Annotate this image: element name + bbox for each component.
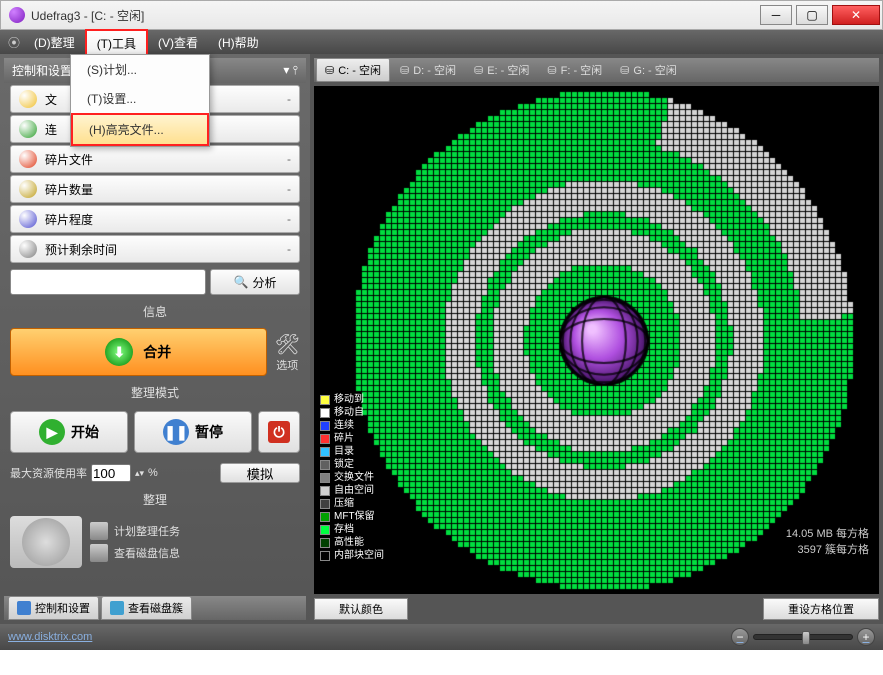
legend-item: 压缩 [320,497,384,510]
stat-value: - [287,92,291,106]
drive-tabs: ⛁C: - 空闲⛁D: - 空闲⛁E: - 空闲⛁F: - 空闲⛁G: - 空闲 [314,58,879,82]
defrag-label: 整理 [4,487,306,512]
reset-grid-button[interactable]: 重设方格位置 [763,598,879,620]
legend: 移动到移动自连续碎片目录锁定交换文件自由空间压缩MFT保留存档高性能内部块空间 [320,393,384,562]
title-bar: Udefrag3 - [C: - 空闲] ─ ▢ ✕ [0,0,883,30]
legend-item: 碎片 [320,432,384,445]
dropdown-schedule[interactable]: (S)计划... [71,55,209,84]
close-button[interactable]: ✕ [832,5,880,25]
legend-item: 存档 [320,523,384,536]
drive-tab[interactable]: ⛁E: - 空闲 [466,59,537,81]
schedule-task-link[interactable]: 计划整理任务 [90,522,300,540]
disk-map[interactable]: 移动到移动自连续碎片目录锁定交换文件自由空间压缩MFT保留存档高性能内部块空间 … [314,86,879,594]
stat-icon [19,120,37,138]
menu-tools[interactable]: (T)工具 [85,29,148,56]
stat-icon [19,180,37,198]
maximize-button[interactable]: ▢ [796,5,828,25]
legend-item: 连续 [320,419,384,432]
zoom-slider[interactable] [753,634,853,640]
window-title: Udefrag3 - [C: - 空闲] [31,7,758,24]
legend-item: 交换文件 [320,471,384,484]
disk-icon [90,544,108,562]
zoom-out-button[interactable]: − [731,628,749,646]
drive-icon: ⛁ [620,64,629,77]
tools-icon: 🛠 [275,332,300,357]
drive-icon: ⛁ [474,64,483,77]
stat-icon [19,210,37,228]
stat-label: 碎片数量 [45,181,287,198]
stat-label: 碎片文件 [45,151,287,168]
legend-item: 移动到 [320,393,384,406]
dropdown-highlight-files[interactable]: (H)高亮文件... [71,113,209,146]
stat-row[interactable]: 碎片程度 - [10,205,300,233]
analyze-button[interactable]: 🔍 分析 [210,269,300,295]
resource-label: 最大资源使用率 [10,465,87,481]
defrag-mode-label: 整理模式 [4,380,306,405]
zoom-in-button[interactable]: + [857,628,875,646]
stat-row[interactable]: 碎片数量 - [10,175,300,203]
stat-label: 预计剩余时间 [45,241,287,258]
info-label: 信息 [4,299,306,324]
legend-item: 锁定 [320,458,384,471]
drive-tab[interactable]: ⛁D: - 空闲 [392,59,464,81]
stat-label: 碎片程度 [45,211,287,228]
legend-item: 自由空间 [320,484,384,497]
tab-control[interactable]: 控制和设置 [8,596,99,620]
gear-icon [10,516,82,568]
database-down-icon: ⬇ [105,338,133,366]
legend-item: 目录 [320,445,384,458]
legend-item: 内部块空间 [320,549,384,562]
drive-icon: ⛁ [547,64,556,77]
magnify-icon: 🔍 [234,275,249,289]
stat-value: - [287,212,291,226]
drive-icon: ⛁ [325,64,334,77]
stat-icon [19,240,37,258]
panel-icon [17,601,31,615]
search-input[interactable] [10,269,206,295]
disk-info: 14.05 MB 每方格 3597 簇每方格 [786,526,869,558]
stat-row[interactable]: 预计剩余时间 - [10,235,300,263]
default-colors-button[interactable]: 默认颜色 [314,598,408,620]
bottom-tabs: 控制和设置 查看磁盘簇 [4,596,306,620]
dropdown-settings[interactable]: (T)设置... [71,84,209,113]
resource-input[interactable] [91,464,131,482]
menu-bar: ⦿ (D)整理 (T)工具 (V)查看 (H)帮助 (S)计划... (T)设置… [0,30,883,54]
minimize-button[interactable]: ─ [760,5,792,25]
pause-button[interactable]: ❚❚ 暂停 [134,411,252,453]
tab-clusters[interactable]: 查看磁盘簇 [101,596,192,620]
pause-icon: ❚❚ [163,419,189,445]
legend-item: 移动自 [320,406,384,419]
status-bar: www.disktrix.com − + [0,624,883,650]
power-icon: ⏻ [268,421,290,443]
legend-item: MFT保留 [320,510,384,523]
start-button[interactable]: ▶ 开始 [10,411,128,453]
play-icon: ▶ [39,419,65,445]
stop-button[interactable]: ⏻ [258,411,300,453]
stat-value: - [287,152,291,166]
stat-row[interactable]: 碎片文件 - [10,145,300,173]
drive-tab[interactable]: ⛁F: - 空闲 [539,59,610,81]
drive-tab[interactable]: ⛁G: - 空闲 [612,59,685,81]
disk-view-panel: ⛁C: - 空闲⛁D: - 空闲⛁E: - 空闲⛁F: - 空闲⛁G: - 空闲… [310,54,883,624]
cluster-icon [110,601,124,615]
simulate-button[interactable]: 模拟 [220,463,300,483]
menu-defrag[interactable]: (D)整理 [24,30,85,55]
calendar-icon [90,522,108,540]
stat-value: - [287,182,291,196]
view-disk-link[interactable]: 查看磁盘信息 [90,544,300,562]
stat-icon [19,150,37,168]
drive-tab[interactable]: ⛁C: - 空闲 [316,58,390,82]
stat-icon [19,90,37,108]
footer-link[interactable]: www.disktrix.com [8,631,92,643]
stat-value: - [287,242,291,256]
menu-view[interactable]: (V)查看 [148,30,208,55]
app-icon [9,7,25,23]
tools-dropdown: (S)计划... (T)设置... (H)高亮文件... [70,54,210,147]
menu-help[interactable]: (H)帮助 [208,30,269,55]
options-button[interactable]: 🛠 选项 [275,332,300,373]
merge-button[interactable]: ⬇ 合并 [10,328,267,376]
chevron-down-icon: ▾ ⫯ [283,63,298,78]
legend-item: 高性能 [320,536,384,549]
drive-icon: ⛁ [400,64,409,77]
